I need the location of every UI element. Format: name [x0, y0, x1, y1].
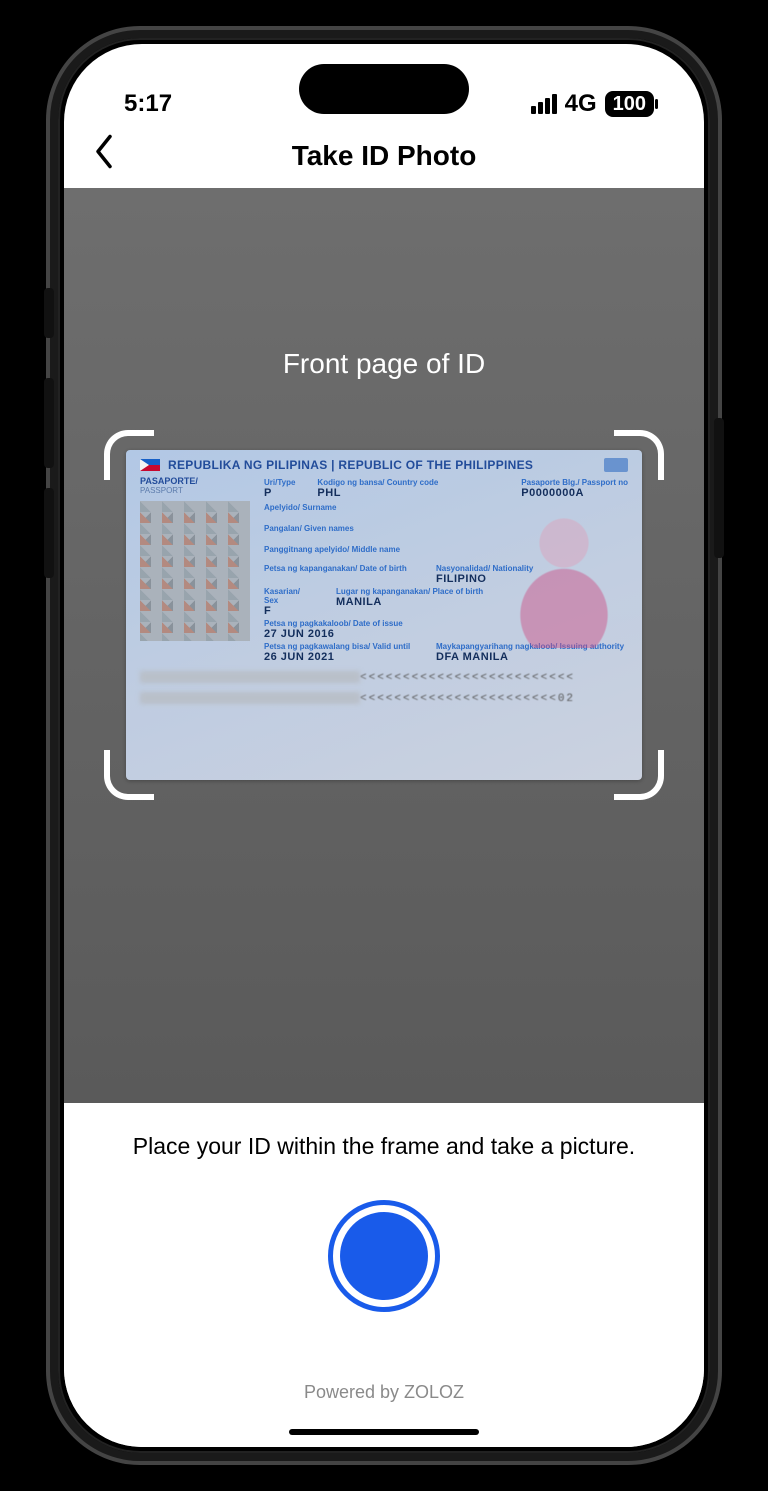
country-code-label: Kodigo ng bansa/ Country code [317, 478, 438, 487]
home-indicator[interactable] [289, 1429, 479, 1435]
dynamic-island [299, 64, 469, 114]
shutter-button[interactable] [328, 1200, 440, 1312]
volume-down-button [44, 488, 54, 578]
dob-label: Petsa ng kapanganakan/ Date of birth [264, 564, 414, 573]
page-title: Take ID Photo [292, 140, 477, 172]
shutter-inner-icon [340, 1212, 428, 1300]
flag-icon [140, 459, 160, 471]
frame-label: Front page of ID [283, 348, 485, 380]
signal-icon [531, 94, 557, 114]
passport-country-title: REPUBLIKA NG PILIPINAS | REPUBLIC OF THE… [168, 458, 533, 472]
instruction-text: Place your ID within the frame and take … [133, 1133, 635, 1160]
issue-date-value: 27 JUN 2016 [264, 628, 414, 640]
power-button [714, 418, 724, 558]
biometric-chip-icon [604, 458, 628, 472]
doc-label-en: PASSPORT [140, 486, 250, 495]
chevron-left-icon [94, 135, 114, 169]
pob-value: MANILA [336, 596, 483, 608]
capture-frame: REPUBLIKA NG PILIPINAS | REPUBLIC OF THE… [104, 430, 664, 800]
expiry-date-value: 26 JUN 2021 [264, 651, 414, 663]
volume-up-button [44, 378, 54, 468]
powered-by-label: Powered by ZOLOZ [304, 1382, 464, 1403]
ghost-portrait [504, 498, 624, 648]
passport-photo [140, 501, 250, 641]
passport-card: REPUBLIKA NG PILIPINAS | REPUBLIC OF THE… [126, 450, 642, 780]
bottom-panel: Place your ID within the frame and take … [64, 1103, 704, 1447]
status-time: 5:17 [124, 90, 172, 118]
nav-bar: Take ID Photo [64, 124, 704, 188]
mute-switch [44, 288, 54, 338]
pob-label: Lugar ng kapanganakan/ Place of birth [336, 587, 483, 596]
screen: 5:17 4G 100 Take ID Photo Front page of … [64, 44, 704, 1447]
country-code-value: PHL [317, 487, 438, 499]
type-label: Uri/Type [264, 478, 295, 487]
authority-value: DFA MANILA [436, 651, 624, 663]
passport-header: REPUBLIKA NG PILIPINAS | REPUBLIC OF THE… [140, 458, 628, 472]
doc-label: PASAPORTE/ [140, 476, 250, 486]
status-right: 4G 100 [531, 90, 654, 118]
phone-frame: 5:17 4G 100 Take ID Photo Front page of … [50, 30, 718, 1461]
battery-icon: 100 [605, 91, 654, 117]
type-value: P [264, 487, 295, 499]
sex-value: F [264, 605, 314, 617]
camera-viewport: Front page of ID REPUBLIKA NG PILIPINAS … [64, 188, 704, 1103]
issue-date-label: Petsa ng pagkakaloob/ Date of issue [264, 619, 414, 628]
back-button[interactable] [94, 135, 114, 178]
network-label: 4G [565, 90, 597, 118]
expiry-date-label: Petsa ng pagkawalang bisa/ Valid until [264, 642, 414, 651]
passport-no-label: Pasaporte Blg./ Passport no [521, 478, 628, 487]
mrz-line-1: <<<<<<<<<<<<<<<<<<<<<<<<< [140, 671, 628, 684]
mrz-line-2: <<<<<<<<<<<<<<<<<<<<<<<02 [140, 692, 628, 705]
sex-label: Kasarian/ Sex [264, 587, 314, 605]
